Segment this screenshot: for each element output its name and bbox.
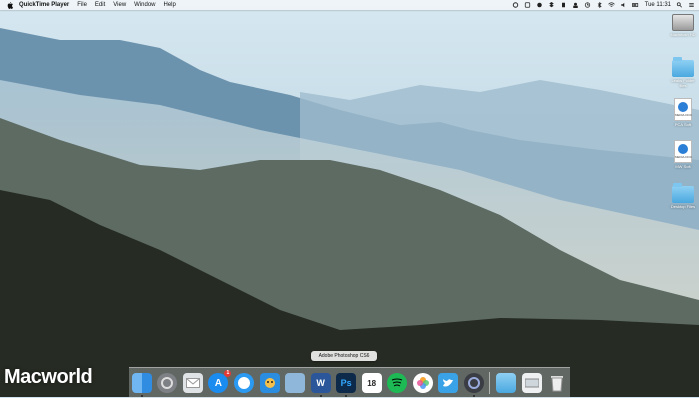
app-menu[interactable]: QuickTime Player	[19, 2, 69, 8]
document-icon: MEDIA.DOC	[674, 98, 692, 121]
wifi-icon[interactable]	[607, 2, 615, 8]
macworld-watermark: Macworld	[4, 366, 93, 388]
desktop-icon-label: Desktop Files	[670, 204, 696, 209]
downloads-icon[interactable]	[521, 373, 542, 393]
photoshop-letters: Ps	[340, 378, 352, 388]
desktop-wallpaper	[0, 0, 699, 397]
desktop-icon-leaks-folder[interactable]: Leaks Folder files	[668, 57, 698, 88]
notification-center-icon[interactable]	[688, 2, 695, 8]
desktop-icon-pca-soft[interactable]: MEDIA.DOC PCA Soft	[668, 98, 698, 127]
skype-icon[interactable]	[536, 2, 543, 8]
menu-edit[interactable]: Edit	[95, 2, 105, 8]
menu-view[interactable]: View	[113, 2, 126, 8]
folder-icon	[672, 57, 694, 77]
desktop-icon-mw-soft[interactable]: MEDIA.DOC MW Soft	[668, 140, 698, 169]
photos-icon[interactable]	[412, 373, 433, 393]
menubar-clock[interactable]: Tue 11:31	[645, 2, 671, 8]
quicktime-icon[interactable]	[463, 373, 484, 397]
dock-separator	[489, 372, 491, 394]
apple-menu-icon[interactable]	[7, 1, 13, 9]
calendar-day: 18	[367, 378, 377, 388]
word-icon[interactable]: W	[310, 373, 331, 397]
finder-icon[interactable]	[131, 373, 152, 397]
desktop-icon-label: MW Soft	[675, 164, 691, 169]
desktop-icon-label: PCA Soft	[674, 122, 692, 127]
folder-icon	[672, 183, 694, 203]
hard-drive-icon	[672, 14, 694, 31]
mail-icon[interactable]	[182, 373, 203, 393]
safari-icon[interactable]	[233, 373, 254, 393]
preview-icon[interactable]	[285, 373, 306, 393]
desktop-icon-label: Leaks Folder files	[671, 78, 695, 88]
twitter-icon[interactable]	[438, 373, 459, 393]
volume-icon[interactable]	[620, 2, 627, 8]
dock: A 1 W Ps 18	[129, 367, 570, 398]
calendar-icon[interactable]: 18	[361, 373, 382, 393]
user-icon[interactable]	[572, 2, 579, 8]
desktop-icon-label: Macintosh HD	[670, 32, 696, 37]
menu-window[interactable]: Window	[134, 2, 155, 8]
trash-icon[interactable]	[547, 373, 567, 393]
caffeine-icon[interactable]	[524, 2, 531, 8]
dropbox-icon[interactable]	[548, 2, 555, 8]
evernote-icon[interactable]	[560, 2, 567, 8]
word-letter: W	[316, 378, 325, 388]
app-store-icon[interactable]: A 1	[208, 370, 232, 393]
system-preferences-icon[interactable]	[157, 373, 178, 393]
time-machine-icon[interactable]	[584, 2, 591, 8]
dock-tooltip: Adobe Photoshop CS6	[311, 351, 377, 361]
spotify-icon[interactable]	[387, 373, 408, 393]
folder-icon[interactable]	[495, 373, 516, 393]
app-store-badge: 1	[224, 370, 232, 377]
document-icon: MEDIA.DOC	[674, 140, 692, 163]
battery-icon[interactable]	[631, 2, 639, 8]
menu-file[interactable]: File	[77, 2, 87, 8]
spotlight-icon[interactable]	[676, 2, 683, 8]
bluetooth-icon[interactable]	[596, 2, 603, 8]
desktop-icon-desktop-files[interactable]: Desktop Files	[668, 183, 698, 209]
tweetbot-icon[interactable]	[259, 373, 280, 393]
status-area: Tue 11:31	[507, 0, 695, 10]
gear-icon[interactable]	[512, 2, 519, 8]
menu-bar: QuickTime Player File Edit View Window H…	[0, 0, 699, 10]
desktop-icon-macintosh-hd[interactable]: Macintosh HD	[668, 14, 698, 37]
photoshop-icon[interactable]: Ps	[336, 373, 357, 397]
menu-help[interactable]: Help	[164, 2, 176, 8]
